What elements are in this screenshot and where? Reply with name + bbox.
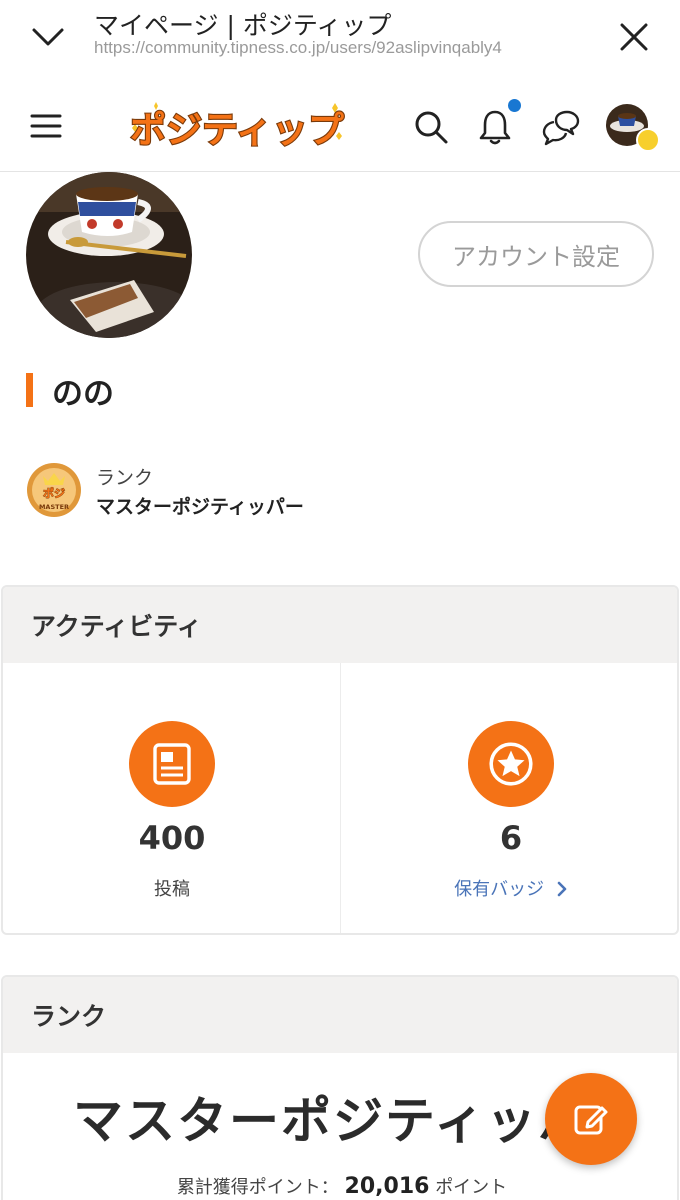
chevron-right-icon[interactable] [556,881,568,897]
site-header: ポジティップ [0,84,680,172]
points-unit: ポイント [435,1177,508,1198]
page-url[interactable]: https://community.tipness.co.jp/users/92… [94,38,502,58]
badges-count: 6 [499,819,523,857]
rank-card-title: ランク [3,977,677,1053]
master-medal-icon: ポジ MASTER [27,463,81,517]
site-logo[interactable]: ポジティップ [124,98,350,158]
points-label: 累計獲得ポイント： [176,1177,339,1198]
compose-button[interactable] [545,1073,637,1165]
posts-icon [129,721,215,807]
activity-title: アクティビティ [3,587,677,663]
profile-photo [26,172,192,338]
chevron-down-icon[interactable] [28,20,68,54]
rank-badge-icon [636,128,660,152]
total-points: 累計獲得ポイント： 20,016 ポイント [3,1173,677,1199]
rank-label: ランク [96,467,154,489]
account-settings-button[interactable]: アカウント設定 [418,221,654,287]
search-icon[interactable] [410,106,452,148]
badges-link[interactable]: 保有バッジ [342,875,677,901]
badges-stat[interactable]: 6 保有バッジ [342,663,677,933]
bell-icon[interactable] [474,106,516,148]
browser-bar: マイページ | ポジティップ https://community.tipness… [0,0,680,74]
svg-text:ポジ: ポジ [43,486,65,500]
posts-label: 投稿 [154,879,190,900]
user-name: のの [52,376,114,412]
badges-label[interactable]: 保有バッジ [454,879,544,900]
close-icon[interactable] [614,17,654,57]
svg-text:MASTER: MASTER [39,503,69,511]
menu-icon[interactable] [26,108,66,144]
page-title: マイページ | ポジティップ [94,11,392,40]
svg-text:ポジティップ: ポジティップ [130,109,344,151]
badge-star-icon [468,721,554,807]
posts-count: 400 [138,819,206,857]
posts-stat[interactable]: 400 投稿 [3,663,341,933]
name-accent-bar [26,373,33,407]
activity-card: アクティビティ 400 投稿 6 保有バッジ [1,585,679,935]
chat-icon[interactable] [540,106,582,148]
rank-value: マスターポジティッパー [96,496,304,518]
points-value: 20,016 [344,1174,430,1199]
edit-icon [574,1105,608,1135]
notification-dot [508,99,521,112]
